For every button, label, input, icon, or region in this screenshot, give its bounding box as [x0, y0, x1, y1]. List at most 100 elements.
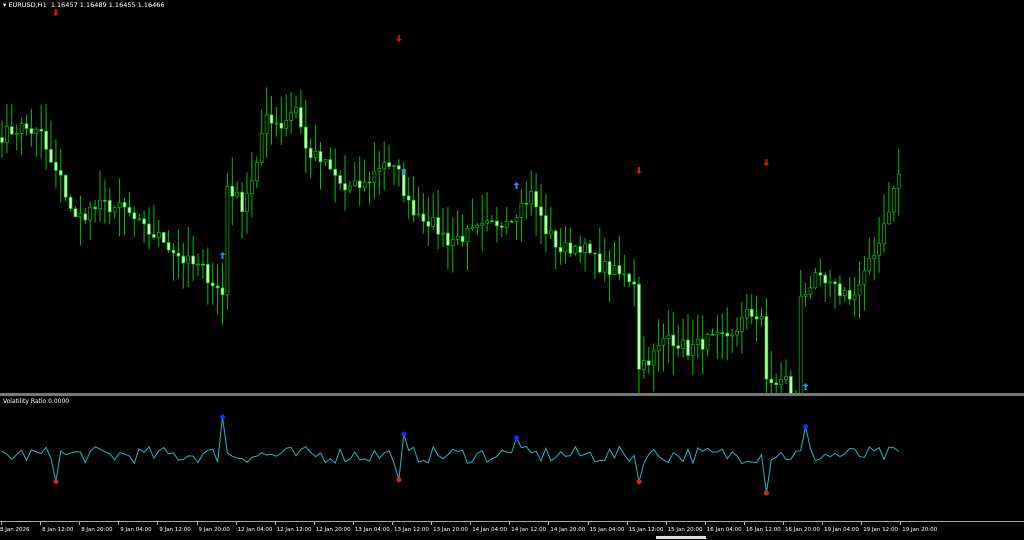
time-label: 13 Jan 04:00 [354, 527, 390, 533]
candle-body [34, 128, 39, 134]
candle-body [691, 344, 695, 356]
candle-body [573, 246, 578, 254]
candlestick-chart [0, 9, 901, 393]
candle-body [499, 225, 504, 228]
candle-body [553, 230, 558, 248]
candle-body [397, 165, 401, 170]
candle-body [769, 378, 774, 384]
candle-body [171, 249, 176, 254]
candle-body [264, 114, 269, 134]
buy-arrow-icon [513, 182, 520, 189]
sell-arrow-icon [395, 35, 402, 42]
candle-body [181, 255, 186, 264]
candle-body [343, 183, 347, 191]
time-tick [509, 522, 511, 525]
candle-body [749, 308, 754, 317]
candle-body [112, 206, 117, 213]
candle-body [475, 224, 480, 228]
candle-body [588, 243, 592, 254]
sell-arrow-icon [763, 159, 770, 166]
candle-body [798, 295, 803, 393]
candle-body [416, 213, 421, 216]
candle-body [377, 168, 382, 172]
candle-body [818, 272, 823, 276]
candle-body [142, 218, 146, 225]
indicator-title: Volatility Ratio 0.0000 [3, 398, 70, 405]
candle-body [220, 287, 225, 296]
high-marker-dot [514, 435, 519, 441]
candle-body [460, 235, 465, 243]
candle-body [294, 107, 298, 114]
candle-body [196, 263, 200, 266]
time-tick [587, 522, 589, 525]
candle-body [646, 360, 651, 366]
candle-body [122, 202, 127, 208]
candle-body [651, 350, 656, 366]
candle-body [852, 294, 857, 300]
time-tick [79, 522, 81, 525]
candle-body [529, 191, 534, 205]
candle-body [720, 332, 725, 334]
candle-body [602, 261, 607, 273]
candle-body [695, 338, 700, 346]
candle-body [759, 316, 764, 320]
candle-body [436, 217, 440, 235]
candle-body [838, 283, 842, 297]
time-label: 9 Jan 20:00 [198, 527, 230, 533]
candle-body [303, 126, 308, 149]
candle-body [578, 246, 583, 253]
candle-body [828, 281, 832, 284]
time-tick [118, 522, 120, 525]
time-label: 15 Jan 20:00 [667, 527, 703, 533]
candle-body [896, 174, 901, 189]
candle-body [333, 168, 338, 176]
candle-body [544, 215, 548, 235]
volatility-ratio-series [1, 416, 899, 494]
candle-body [411, 199, 416, 216]
time-tick [900, 522, 902, 525]
time-tick [392, 522, 393, 525]
collapse-triangle-icon[interactable]: ▾ [3, 1, 6, 9]
time-label: 8 Jan 12:00 [42, 527, 74, 533]
candle-body [504, 220, 509, 228]
time-tick [40, 522, 42, 525]
candle-body [891, 188, 896, 213]
time-tick [431, 522, 433, 525]
candle-body [152, 234, 156, 238]
candle-body [627, 273, 632, 283]
candle-body [534, 191, 538, 208]
candle-body [250, 180, 254, 195]
candle-body [666, 334, 671, 339]
candle-body [269, 114, 274, 124]
candle-body [842, 289, 847, 297]
time-label: 8 Jan 2026 [0, 527, 30, 533]
candle-body [705, 333, 710, 350]
time-tick [665, 522, 667, 525]
time-tick [743, 522, 745, 525]
candle-body [754, 316, 759, 320]
candle-body [245, 193, 249, 213]
candle-body [78, 213, 83, 218]
candle-body [357, 180, 362, 189]
low-marker-dot [53, 479, 59, 485]
candle-body [784, 376, 788, 380]
candle-body [465, 228, 470, 243]
time-label: 16 Jan 12:00 [745, 527, 781, 533]
indicator-pane[interactable] [0, 396, 1024, 521]
candle-body [857, 283, 862, 296]
candle-body [774, 382, 779, 386]
price-chart[interactable]: ▾ EURUSD,H1 1.16457 1.16489 1.16455 1.16… [0, 0, 1024, 393]
time-tick [352, 522, 354, 525]
sell-arrow-icon [52, 9, 59, 16]
candle-body [19, 123, 24, 134]
candle-body [808, 287, 813, 295]
candle-body [548, 230, 553, 235]
low-marker-dot [396, 477, 402, 483]
candle-body [240, 191, 244, 213]
candle-body [367, 181, 372, 184]
buy-arrow-icon [219, 252, 226, 259]
candle-body [107, 200, 112, 213]
time-tick [822, 522, 824, 525]
volatility-ratio-line [1, 414, 899, 496]
candle-body [882, 223, 886, 245]
